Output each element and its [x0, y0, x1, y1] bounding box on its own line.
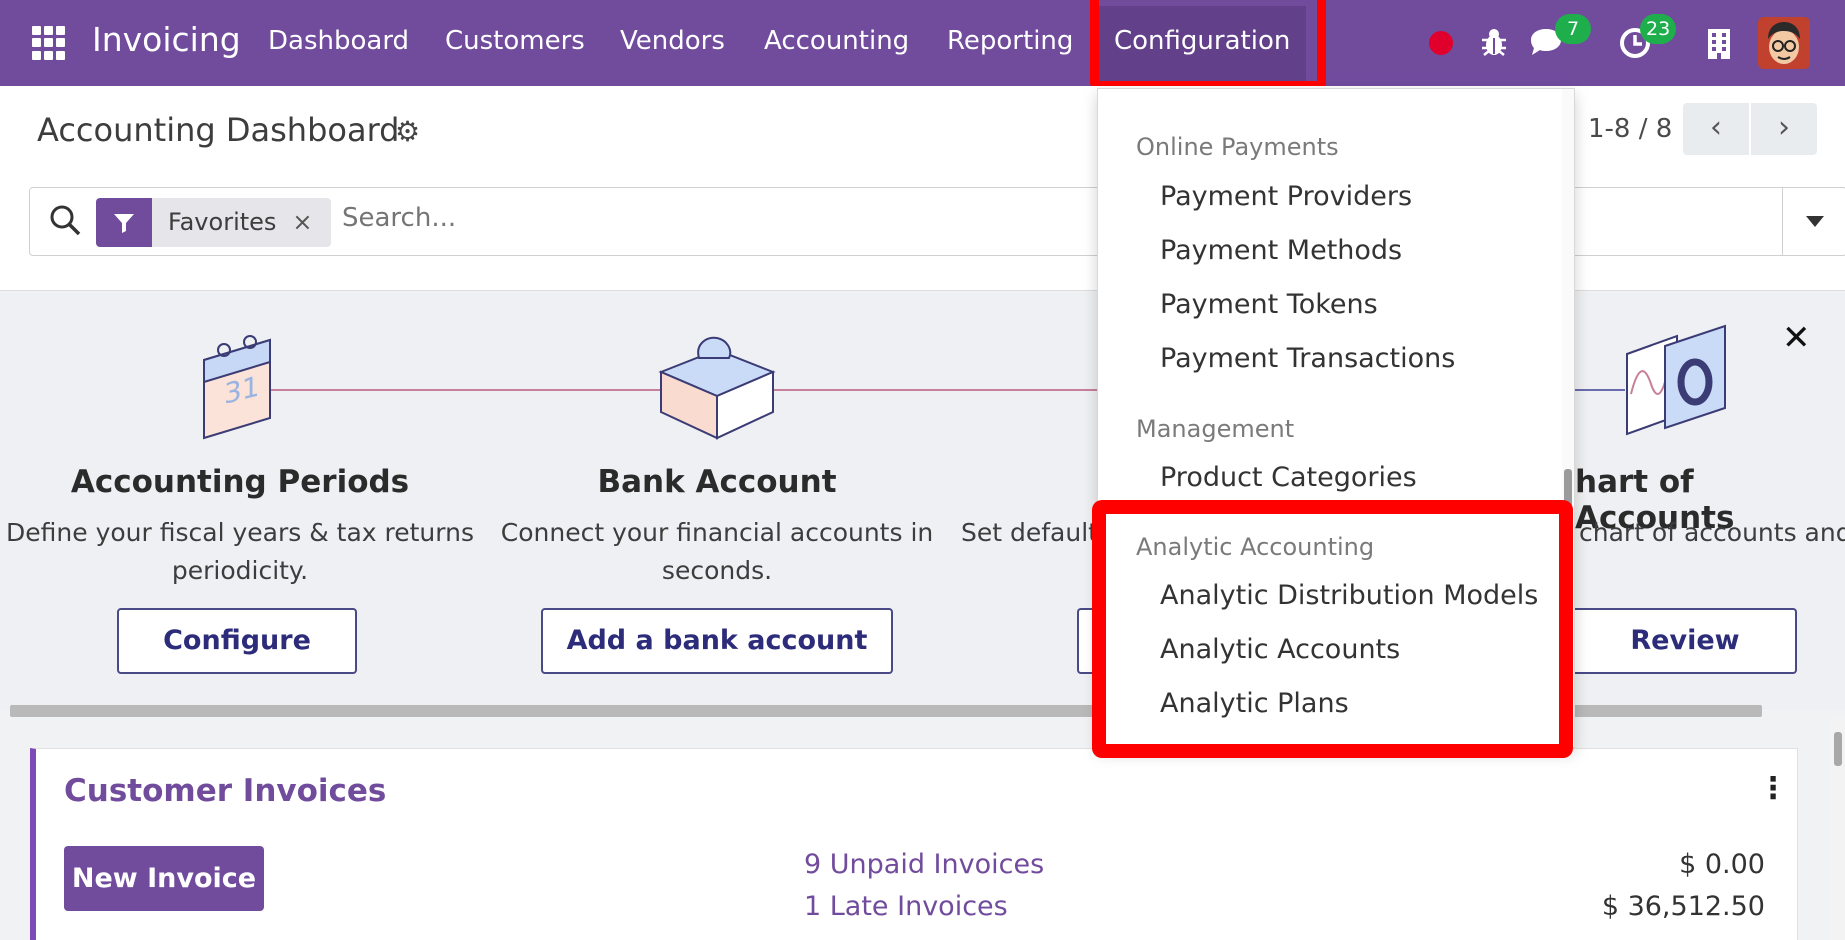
menu-customers[interactable]: Customers: [445, 26, 585, 56]
configure-button[interactable]: Configure: [117, 608, 357, 674]
customer-invoices-card: Customer Invoices ⋮ New Invoice 9 Unpaid…: [30, 748, 1798, 940]
late-invoices-amount: $ 36,512.50: [1601, 891, 1765, 922]
activities-badge: 23: [1640, 14, 1677, 44]
step-description: Connect your financial accounts in secon…: [500, 518, 934, 585]
chart-report-icon: [1626, 324, 1726, 436]
menu-vendors[interactable]: Vendors: [620, 26, 725, 56]
search-icon[interactable]: [48, 203, 82, 237]
new-invoice-button[interactable]: New Invoice: [64, 846, 264, 911]
facet-remove-icon[interactable]: ×: [292, 208, 312, 236]
top-navbar: Invoicing Dashboard Customers Vendors Ac…: [0, 0, 1845, 86]
calendar-icon: 31: [203, 335, 271, 440]
step-title: Accounting Periods: [70, 464, 410, 500]
section-management: Management: [1136, 415, 1295, 443]
analytic-accounting-highlight: [1092, 500, 1573, 758]
debug-bug-icon[interactable]: [1478, 26, 1510, 58]
menu-item-product-categories[interactable]: Product Categories: [1160, 462, 1417, 493]
gear-icon[interactable]: ⚙: [395, 115, 420, 148]
add-bank-account-button[interactable]: Add a bank account: [541, 608, 893, 674]
menu-dashboard[interactable]: Dashboard: [268, 26, 409, 56]
unpaid-invoices-amount: $ 0.00: [1679, 849, 1765, 880]
card-title[interactable]: Customer Invoices: [64, 773, 386, 809]
puzzle-piece-icon: [658, 336, 776, 440]
close-onboarding-icon[interactable]: ✕: [1782, 318, 1811, 358]
search-options-toggle[interactable]: [1782, 188, 1845, 255]
section-online-payments: Online Payments: [1136, 133, 1339, 161]
dropdown-scrollbar[interactable]: [1562, 89, 1574, 509]
pager-previous-button[interactable]: ‹: [1683, 103, 1749, 155]
pager-next-button[interactable]: ›: [1751, 103, 1817, 155]
menu-item-payment-providers[interactable]: Payment Providers: [1160, 181, 1412, 212]
pager-value[interactable]: 1-8 / 8: [1588, 114, 1672, 144]
step-description: chart of accounts and r initial balances…: [1579, 518, 1845, 547]
recording-dot-icon[interactable]: [1429, 31, 1453, 55]
review-button[interactable]: Review: [1575, 608, 1797, 674]
menu-item-payment-transactions[interactable]: Payment Transactions: [1160, 343, 1455, 374]
facet-label: Favorites: [168, 208, 277, 236]
configuration-highlight: [1090, 0, 1326, 90]
unpaid-invoices-link[interactable]: 9 Unpaid Invoices: [804, 849, 1044, 880]
caret-down-icon: [1805, 215, 1824, 227]
apps-grid-icon[interactable]: [32, 26, 66, 60]
user-avatar[interactable]: [1758, 17, 1810, 69]
more-options-icon[interactable]: ⋮: [1758, 771, 1788, 806]
search-input[interactable]: [342, 203, 742, 233]
favorites-facet[interactable]: Favorites ×: [96, 198, 331, 247]
filter-funnel-icon: [96, 198, 152, 247]
step-title: Bank Account: [597, 464, 837, 500]
late-invoices-link[interactable]: 1 Late Invoices: [804, 891, 1008, 922]
menu-reporting[interactable]: Reporting: [947, 26, 1073, 56]
menu-accounting[interactable]: Accounting: [764, 26, 909, 56]
menu-item-payment-tokens[interactable]: Payment Tokens: [1160, 289, 1378, 320]
vertical-scrollbar-thumb[interactable]: [1834, 732, 1842, 766]
step-description: Set default: [961, 518, 1098, 547]
page-title: Accounting Dashboard: [37, 111, 400, 149]
app-brand[interactable]: Invoicing: [92, 20, 241, 59]
menu-item-payment-methods[interactable]: Payment Methods: [1160, 235, 1402, 266]
step-description: Define your fiscal years & tax returns p…: [6, 518, 474, 585]
company-building-icon[interactable]: [1707, 28, 1731, 60]
messages-badge: 7: [1555, 14, 1591, 44]
step-taxes: Set default: [958, 292, 1098, 710]
